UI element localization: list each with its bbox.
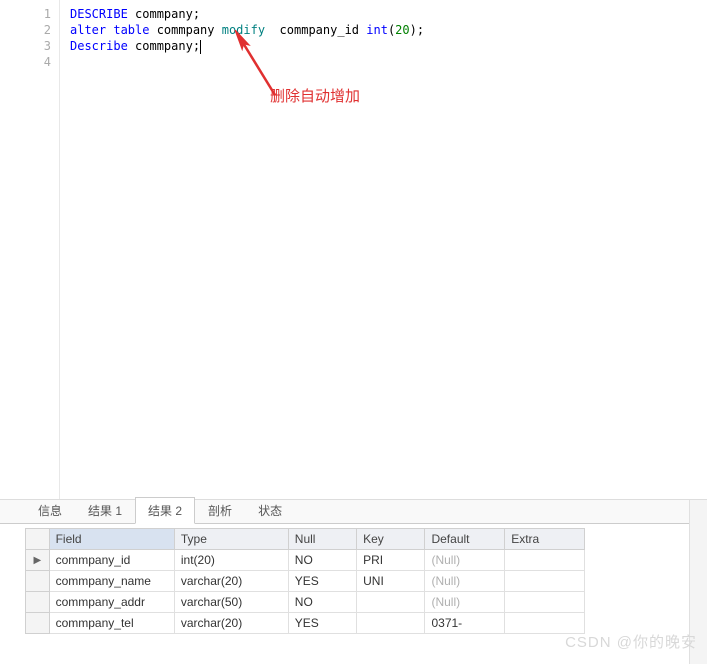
cell[interactable]: commpany_tel xyxy=(49,613,174,634)
tab-2[interactable]: 结果 2 xyxy=(135,497,195,524)
watermark: CSDN @你的晚安 xyxy=(565,631,697,652)
col-header-field[interactable]: Field xyxy=(49,529,174,550)
col-header-key[interactable]: Key xyxy=(357,529,425,550)
cell[interactable] xyxy=(357,613,425,634)
cell[interactable]: YES xyxy=(288,613,356,634)
table-row[interactable]: ▶commpany_idint(20)NOPRI(Null) xyxy=(26,550,585,571)
sql-editor[interactable]: 1234 DESCRIBE commpany;alter table commp… xyxy=(0,0,707,500)
result-grid[interactable]: FieldTypeNullKeyDefaultExtra ▶commpany_i… xyxy=(25,528,585,634)
code-content[interactable]: DESCRIBE commpany;alter table commpany m… xyxy=(70,6,424,70)
col-header-null[interactable]: Null xyxy=(288,529,356,550)
scrollbar-track[interactable] xyxy=(689,500,707,664)
cell[interactable]: int(20) xyxy=(174,550,288,571)
row-marker: ▶ xyxy=(26,550,50,571)
cell[interactable]: PRI xyxy=(357,550,425,571)
table-row[interactable]: commpany_telvarchar(20)YES 0371- xyxy=(26,613,585,634)
row-marker xyxy=(26,571,50,592)
tab-4[interactable]: 状态 xyxy=(245,497,295,523)
row-marker-header xyxy=(26,529,50,550)
cell[interactable]: varchar(50) xyxy=(174,592,288,613)
row-marker xyxy=(26,592,50,613)
line-number: 3 xyxy=(0,38,51,54)
cell[interactable]: commpany_id xyxy=(49,550,174,571)
annotation-text: 删除自动增加 xyxy=(270,85,360,106)
cell[interactable]: NO xyxy=(288,592,356,613)
cell[interactable]: UNI xyxy=(357,571,425,592)
grid-header-row: FieldTypeNullKeyDefaultExtra xyxy=(26,529,585,550)
cell[interactable]: YES xyxy=(288,571,356,592)
cell[interactable]: 0371- xyxy=(425,613,505,634)
cell[interactable]: (Null) xyxy=(425,571,505,592)
tab-1[interactable]: 结果 1 xyxy=(75,497,135,523)
code-line[interactable]: DESCRIBE commpany; xyxy=(70,6,424,22)
line-gutter: 1234 xyxy=(0,0,60,499)
row-marker xyxy=(26,613,50,634)
text-cursor xyxy=(200,40,201,54)
table-row[interactable]: commpany_addrvarchar(50)NO (Null) xyxy=(26,592,585,613)
cell[interactable]: varchar(20) xyxy=(174,613,288,634)
cell[interactable]: (Null) xyxy=(425,550,505,571)
cell[interactable] xyxy=(505,613,585,634)
cell[interactable]: commpany_addr xyxy=(49,592,174,613)
result-tabs: 信息结果 1结果 2剖析状态 xyxy=(0,500,707,524)
cell[interactable] xyxy=(505,592,585,613)
col-header-extra[interactable]: Extra xyxy=(505,529,585,550)
code-line[interactable]: Describe commpany; xyxy=(70,38,424,54)
line-number: 4 xyxy=(0,54,51,70)
table-row[interactable]: commpany_namevarchar(20)YESUNI(Null) xyxy=(26,571,585,592)
grid-body: ▶commpany_idint(20)NOPRI(Null)commpany_n… xyxy=(26,550,585,634)
tab-3[interactable]: 剖析 xyxy=(195,497,245,523)
cell[interactable] xyxy=(505,571,585,592)
code-line[interactable]: alter table commpany modify commpany_id … xyxy=(70,22,424,38)
col-header-type[interactable]: Type xyxy=(174,529,288,550)
cell[interactable]: (Null) xyxy=(425,592,505,613)
tab-0[interactable]: 信息 xyxy=(25,497,75,523)
line-number: 1 xyxy=(0,6,51,22)
code-line[interactable] xyxy=(70,54,424,70)
cell[interactable] xyxy=(505,550,585,571)
line-number: 2 xyxy=(0,22,51,38)
result-grid-container: FieldTypeNullKeyDefaultExtra ▶commpany_i… xyxy=(0,524,707,634)
cell[interactable]: NO xyxy=(288,550,356,571)
cell[interactable]: varchar(20) xyxy=(174,571,288,592)
cell[interactable] xyxy=(357,592,425,613)
cell[interactable]: commpany_name xyxy=(49,571,174,592)
col-header-default[interactable]: Default xyxy=(425,529,505,550)
